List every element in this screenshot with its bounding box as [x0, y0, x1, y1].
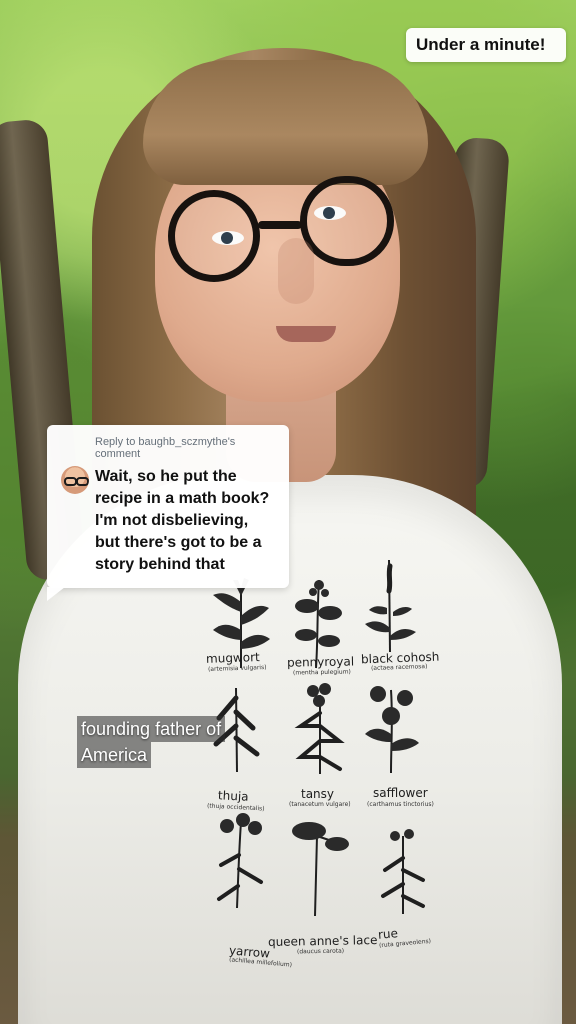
plant-latin-name: (actaea racemosa) — [370, 663, 428, 672]
safflower-illustration — [353, 676, 428, 776]
reply-comment-text: Wait, so he put the recipe in a math boo… — [95, 466, 277, 576]
yarrow-icon — [217, 813, 263, 909]
plant-latin-name: (achillea millefolium) — [228, 956, 293, 969]
plant-label: thuja — [217, 788, 249, 804]
left-eye — [212, 231, 244, 245]
subtitle-caption: founding father of America — [73, 714, 257, 770]
tansy-icon — [294, 683, 345, 774]
reply-comment-row: Wait, so he put the recipe in a math boo… — [61, 466, 277, 576]
queen-annes-lace-icon — [292, 822, 349, 917]
reply-label-line: comment — [95, 448, 141, 460]
plant-latin-name: (mentha pulegium) — [292, 668, 351, 677]
plant-latin-name: (tanacetum vulgare) — [289, 801, 351, 808]
reply-comment-line: I'm not disbelieving, — [95, 512, 249, 529]
rue-illustration — [365, 818, 440, 918]
queen-annes-lace-illustration — [287, 818, 362, 918]
plant-latin-name: (carthamus tinctorius) — [367, 801, 434, 808]
tansy-illustration — [283, 677, 358, 777]
reply-comment-line: recipe in a math book? — [95, 490, 270, 507]
reply-comment-line: Wait, so he put the — [95, 468, 237, 485]
right-eye — [314, 206, 346, 220]
black-cohosh-icon — [365, 559, 416, 653]
plant-label: rue — [377, 926, 399, 942]
yarrow-illustration — [203, 808, 278, 909]
plant-label: pennyroyal — [286, 654, 355, 670]
reply-comment-line: story behind that — [95, 556, 225, 573]
avatar-icon — [61, 466, 89, 494]
glasses-right-lens — [300, 176, 394, 266]
glasses-bridge — [258, 221, 302, 229]
caption-line: America — [77, 742, 152, 768]
nose — [278, 238, 314, 304]
plant-latin-name: (daucus carota) — [296, 947, 345, 956]
reply-comment-line: but there's got to be a — [95, 534, 262, 551]
plant-label: safflower — [373, 786, 428, 800]
plant-label: mugwort — [205, 650, 260, 666]
black-cohosh-illustration — [351, 556, 426, 656]
reply-card-tail — [47, 587, 65, 601]
reply-comment-card[interactable]: Reply to baughb_sczmythe's comment Wait,… — [47, 425, 289, 601]
caption-line: founding father of — [77, 716, 226, 742]
rue-icon — [381, 829, 425, 914]
plant-label: queen anne's lace — [267, 933, 378, 949]
mouth — [276, 326, 336, 342]
duration-badge: Under a minute! — [406, 28, 566, 62]
safflower-icon — [365, 686, 419, 774]
reply-label: Reply to baughb_sczmythe's comment — [95, 436, 277, 460]
bangs — [143, 60, 428, 185]
reply-label-line: Reply to baughb_sczmythe's — [95, 436, 236, 448]
plant-label: tansy — [301, 787, 335, 801]
